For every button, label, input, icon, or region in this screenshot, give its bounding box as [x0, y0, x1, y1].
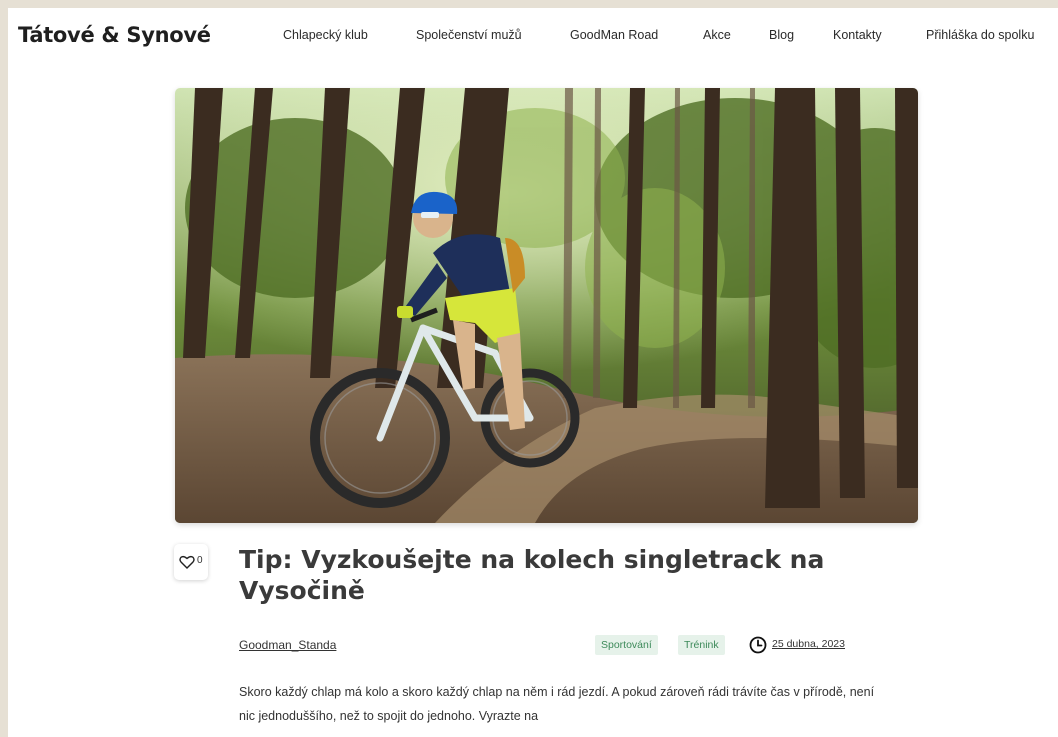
nav-item-spolecenstvi-muzu[interactable]: Společenství mužů [416, 28, 522, 42]
nav-item-chlapecky-klub[interactable]: Chlapecký klub [283, 28, 368, 42]
nav-item-akce[interactable]: Akce [703, 28, 731, 42]
nav-item-kontakty[interactable]: Kontakty [833, 28, 882, 42]
post-title: Tip: Vyzkoušejte na kolech singletrack n… [239, 545, 825, 605]
nav-item-prihlaska[interactable]: Přihláška do spolku [926, 28, 1034, 42]
tag-sportovani[interactable]: Sportování [595, 635, 658, 655]
like-count: 0 [197, 555, 203, 566]
site-header: Tátové & Synové Chlapecký klub Společens… [8, 8, 1058, 66]
heart-icon [179, 555, 195, 569]
nav-item-goodman-road[interactable]: GoodMan Road [570, 28, 658, 42]
hero-image [175, 88, 918, 523]
post-date-link[interactable]: 25 dubna, 2023 [772, 638, 845, 650]
tag-trenink[interactable]: Trénink [678, 635, 725, 655]
nav-item-blog[interactable]: Blog [769, 28, 794, 42]
main-nav: Chlapecký klub Společenství mužů GoodMan… [8, 28, 1058, 48]
post-author[interactable]: Goodman_Standa [239, 638, 336, 652]
post-excerpt: Skoro každý chlap má kolo a skoro každý … [239, 685, 875, 723]
like-button[interactable]: 0 [174, 544, 208, 580]
clock-icon [749, 636, 767, 654]
page: Tátové & Synové Chlapecký klub Společens… [8, 8, 1058, 737]
hero-photo-cyclist [175, 88, 918, 523]
